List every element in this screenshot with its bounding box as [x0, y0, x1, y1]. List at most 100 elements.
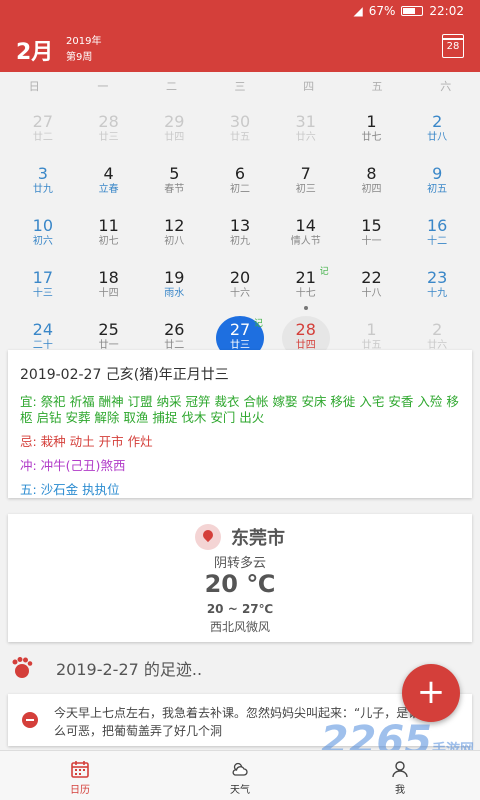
lunar-date: 雨水: [164, 288, 185, 299]
clock: 22:02: [429, 4, 464, 18]
almanac-card[interactable]: 2019-02-27 己亥(猪)年正月廿三 宜: 祭祀 祈福 酬神 订盟 纳采 …: [8, 350, 472, 498]
calendar-day[interactable]: 29 廿四: [141, 108, 207, 160]
lunar-date: 情人节: [290, 236, 321, 247]
day-number: 1: [366, 320, 377, 339]
almanac-clash: 冲: 冲牛(己丑)煞西: [20, 458, 126, 473]
calendar-day[interactable]: 27 廿二: [10, 108, 76, 160]
lunar-date: 初九: [230, 236, 251, 247]
status-bar: ◢ 67% 22:02: [0, 0, 480, 22]
weather-city: 东莞市: [231, 528, 285, 549]
calendar-grid: 27 廿二 28 廿三 29 廿四 30 廿五 31 廿六 1 廿七 2 廿八 3 廿九 4 立春 5 春节 6 初二 7 初…: [10, 108, 470, 368]
calendar-day[interactable]: 7 初三: [273, 160, 339, 212]
calendar-day[interactable]: 23 十九: [404, 264, 470, 316]
lunar-date: 廿二: [32, 132, 53, 143]
calendar-day[interactable]: 15 十一: [339, 212, 405, 264]
day-number: 6: [234, 164, 246, 183]
tab-calendar-label: 日历: [70, 785, 90, 796]
calendar-week-row: 10 初六 11 初七 12 初八 13 初九 14 情人节 15 十一 16 十二: [10, 212, 470, 264]
calendar-day[interactable]: 18 十四: [76, 264, 142, 316]
lunar-date: 初三: [295, 184, 316, 195]
day-number: 10: [32, 216, 54, 235]
event-dot: [303, 306, 308, 310]
calendar-day[interactable]: 14 情人节: [273, 212, 339, 264]
lunar-date: 廿八: [427, 132, 448, 143]
calendar-day[interactable]: 9 初五: [404, 160, 470, 212]
calendar-week-row: 17 十三 18 十四 19 雨水 20 十六 21 十七记 22 十八 23 十九: [10, 264, 470, 316]
day-number: 27: [32, 112, 54, 131]
lunar-date: 十六: [230, 288, 251, 299]
weekday-header: 日 一 二 三 四 五 六: [0, 78, 480, 98]
weekday-label: 四: [303, 80, 315, 93]
calendar-day[interactable]: 1 廿七: [339, 108, 405, 160]
location-pin-icon: [195, 524, 221, 550]
lunar-date: 廿七: [361, 132, 382, 143]
weather-card[interactable]: 东莞市 阴转多云 20 ℃ 20 ~ 27℃ 西北风微风: [8, 514, 472, 642]
calendar-day[interactable]: 8 初四: [339, 160, 405, 212]
calendar-day[interactable]: 31 廿六: [273, 108, 339, 160]
calendar-day[interactable]: 13 初九: [207, 212, 273, 264]
weekday-label: 日: [28, 80, 40, 93]
footprint-title: 2019-2-27 的足迹..: [56, 660, 203, 679]
tab-weather-label: 天气: [230, 785, 250, 796]
calendar-day[interactable]: 30 廿五: [207, 108, 273, 160]
day-number: 26: [164, 320, 185, 339]
footprint-header: 2019-2-27 的足迹..: [10, 654, 410, 680]
day-number: 20: [229, 268, 251, 287]
calendar-day[interactable]: 28 廿三: [76, 108, 142, 160]
calendar-day[interactable]: 22 十八: [339, 264, 405, 316]
battery-percent: 67%: [368, 4, 396, 18]
lunar-date: 十七: [295, 288, 316, 299]
day-number: 31: [295, 112, 316, 131]
calendar-day[interactable]: 10 初六: [10, 212, 76, 264]
day-number: 1: [366, 112, 377, 131]
calendar-day[interactable]: 6 初二: [207, 160, 273, 212]
weather-icon: [232, 762, 248, 776]
tab-weather[interactable]: 天气: [160, 751, 320, 800]
today-calendar-icon[interactable]: 28: [442, 34, 464, 58]
calendar-day[interactable]: 20 十六: [207, 264, 273, 316]
calendar-day[interactable]: 19 雨水: [141, 264, 207, 316]
weekday-label: 五: [371, 80, 383, 93]
month-title[interactable]: 2月: [16, 34, 53, 66]
lunar-date: 初七: [98, 236, 119, 247]
calendar-day[interactable]: 11 初七: [76, 212, 142, 264]
weekday-label: 二: [165, 80, 177, 93]
tab-me-label: 我: [395, 785, 405, 796]
lunar-date: 十二: [427, 236, 448, 247]
weather-temperature: 20 ℃: [204, 570, 276, 598]
calendar-day[interactable]: 16 十二: [404, 212, 470, 264]
week-label: 第9周: [66, 52, 93, 63]
calendar-icon: [71, 761, 89, 778]
day-number: 8: [366, 164, 377, 183]
calendar-day[interactable]: 4 立春: [76, 160, 142, 212]
footprint-icon: [12, 657, 33, 678]
day-number: 18: [98, 268, 119, 287]
add-entry-button[interactable]: +: [402, 664, 460, 722]
calendar-day[interactable]: 3 廿九: [10, 160, 76, 212]
remove-entry-icon[interactable]: [22, 712, 38, 728]
day-number: 15: [361, 216, 382, 235]
calendar-day[interactable]: 21 十七记: [273, 264, 339, 316]
day-number: 9: [432, 164, 443, 183]
weekday-label: 六: [440, 80, 452, 93]
calendar-day[interactable]: 2 廿八: [404, 108, 470, 160]
calendar-day[interactable]: 17 十三: [10, 264, 76, 316]
tab-me[interactable]: 我: [320, 751, 480, 800]
note-marker-icon: 记: [319, 267, 329, 277]
tab-calendar[interactable]: 日历: [0, 751, 160, 800]
almanac-avoid: 忌: 栽种 动土 开市 作灶: [20, 434, 153, 449]
calendar-week-row: 3 廿九 4 立春 5 春节 6 初二 7 初三 8 初四 9 初五: [10, 160, 470, 212]
weather-condition: 阴转多云: [213, 556, 266, 571]
year-label: 2019年: [66, 36, 102, 47]
calendar-day[interactable]: 5 春节: [141, 160, 207, 212]
day-number: 27: [229, 320, 251, 339]
day-number: 25: [98, 320, 119, 339]
calendar-day[interactable]: 12 初八: [141, 212, 207, 264]
lunar-date: 廿五: [230, 132, 251, 143]
user-icon: [392, 761, 408, 778]
almanac-element: 五: 沙石金 执执位: [20, 482, 120, 497]
lunar-date: 初六: [32, 236, 53, 247]
almanac-date: 2019-02-27 己亥(猪)年正月廿三: [20, 367, 229, 383]
lunar-date: 十八: [361, 288, 382, 299]
day-number: 28: [295, 320, 316, 339]
